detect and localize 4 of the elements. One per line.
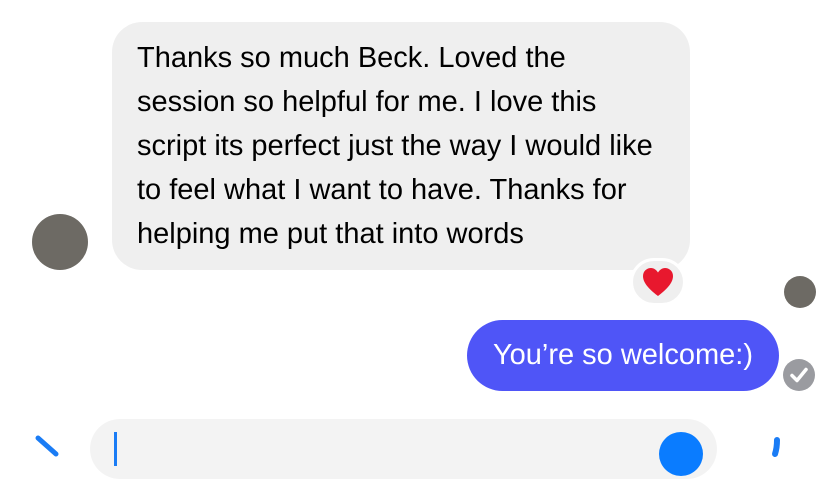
text-cursor <box>114 432 117 466</box>
message-bubble: You’re so welcome:) <box>466 320 779 391</box>
emoji-button[interactable] <box>659 432 703 476</box>
heart-icon <box>642 267 674 297</box>
